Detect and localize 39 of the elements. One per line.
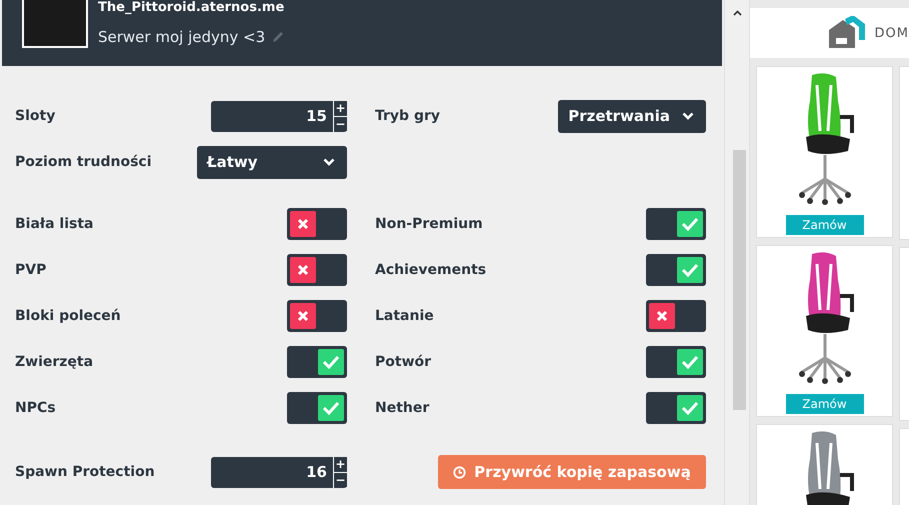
setting-label: Latanie bbox=[375, 308, 434, 324]
setting-label: Tryb gry bbox=[375, 108, 440, 124]
setting-label: Potwór bbox=[375, 354, 432, 370]
setting-label: Nether bbox=[375, 400, 430, 416]
setting-label: Sloty bbox=[15, 108, 56, 124]
setting-label: Achievements bbox=[375, 262, 486, 278]
toggle-switch[interactable] bbox=[646, 300, 706, 332]
toggle-switch[interactable] bbox=[646, 254, 706, 286]
setting-label: Spawn Protection bbox=[15, 464, 155, 480]
toggle-switch[interactable] bbox=[287, 254, 347, 286]
setting-label: Zwierzęta bbox=[15, 354, 94, 370]
setting-label: Non-Premium bbox=[375, 216, 483, 232]
scroll-up-icon[interactable] bbox=[732, 10, 742, 16]
setting-label: Poziom trudności bbox=[15, 154, 153, 170]
dropdown[interactable]: Przetrwania bbox=[558, 100, 706, 132]
scrollbar-thumb[interactable] bbox=[732, 150, 746, 410]
toggle-switch[interactable] bbox=[287, 392, 347, 424]
setting-label: NPCs bbox=[15, 400, 56, 416]
chevron-down-icon bbox=[323, 158, 335, 166]
toggle-switch[interactable] bbox=[646, 208, 706, 240]
server-description: Serwer moj jedyny <3 bbox=[98, 28, 266, 46]
decrement-button[interactable]: − bbox=[334, 116, 347, 130]
toggle-switch[interactable] bbox=[646, 346, 706, 378]
setting-label: PVP bbox=[15, 262, 46, 278]
chevron-down-icon bbox=[682, 112, 694, 120]
toggle-switch[interactable] bbox=[287, 300, 347, 332]
scrollbar[interactable] bbox=[724, 0, 750, 505]
house-logo-icon bbox=[826, 16, 867, 50]
toggle-switch[interactable] bbox=[646, 392, 706, 424]
setting-label: Biała lista bbox=[15, 216, 94, 232]
setting-label: Bloki poleceń bbox=[15, 308, 121, 324]
decrement-button[interactable]: − bbox=[334, 472, 347, 486]
ad-brand-text: DOM bbox=[874, 26, 909, 40]
server-icon-placeholder bbox=[22, 0, 88, 48]
clock-icon bbox=[453, 466, 466, 478]
toggle-switch[interactable] bbox=[287, 346, 347, 378]
dropdown[interactable]: Łatwy bbox=[197, 146, 347, 178]
toggle-switch[interactable] bbox=[287, 208, 347, 240]
server-address: The_Pittoroid.aternos.me bbox=[98, 0, 284, 16]
